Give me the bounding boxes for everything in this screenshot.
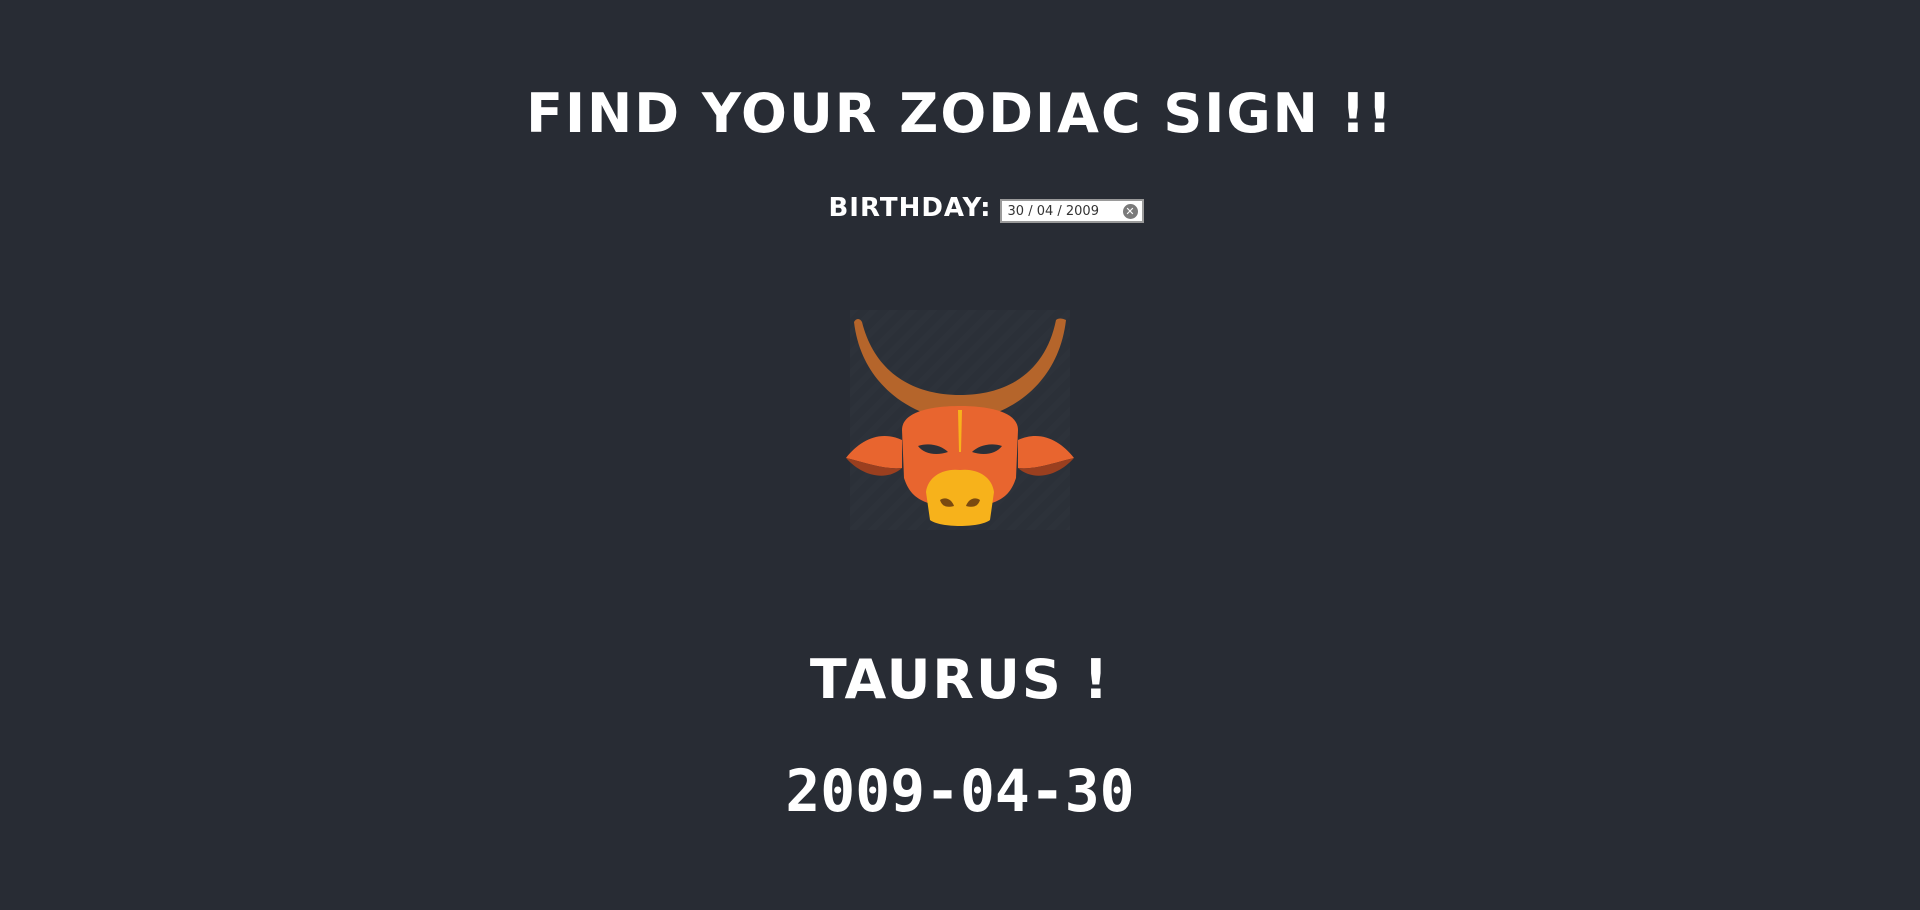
birthday-date-input[interactable]: 30 / 04 / 2009 ✕ xyxy=(999,199,1144,223)
selected-date: 2009-04-30 xyxy=(785,757,1135,825)
taurus-bull-icon xyxy=(840,300,1080,540)
birthday-date-value[interactable]: 30 / 04 / 2009 xyxy=(1008,204,1099,219)
birthday-label: BIRTHDAY: xyxy=(828,193,992,223)
zodiac-page: FIND YOUR ZODIAC SIGN !! BIRTHDAY: 30 / … xyxy=(0,0,1920,910)
close-icon[interactable]: ✕ xyxy=(1122,203,1138,219)
page-title: FIND YOUR ZODIAC SIGN !! xyxy=(526,82,1394,145)
zodiac-sign-name: TAURUS ! xyxy=(809,648,1111,711)
birthday-field-row: BIRTHDAY: 30 / 04 / 2009 ✕ xyxy=(0,190,1920,226)
